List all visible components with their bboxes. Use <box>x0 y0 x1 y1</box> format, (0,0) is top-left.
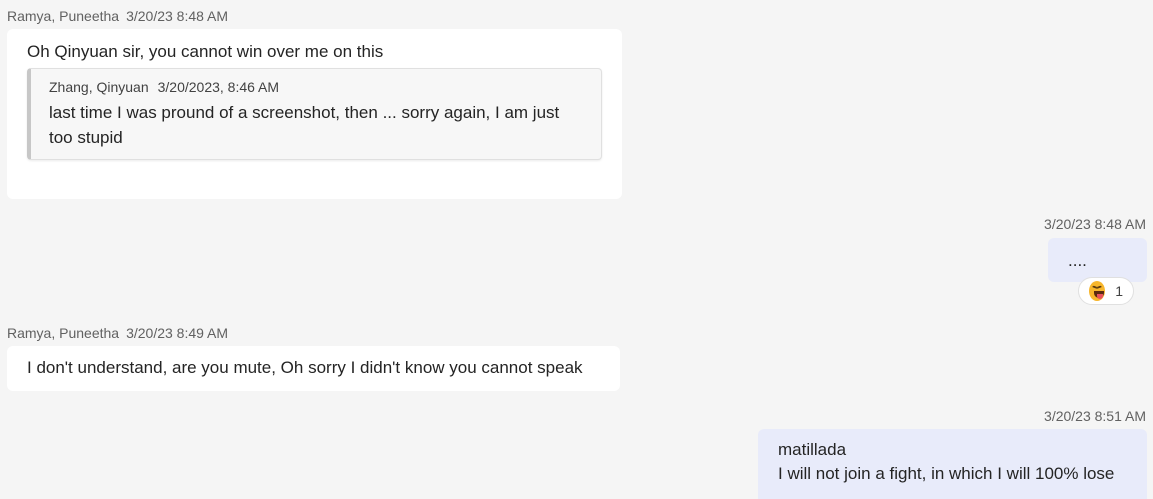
quoted-author: Zhang, Qinyuan <box>49 79 149 95</box>
message-timestamp: 3/20/23 8:51 AM <box>1044 408 1146 424</box>
message-timestamp: 3/20/23 8:49 AM <box>126 325 229 341</box>
message-author: Ramya, Puneetha <box>7 325 120 341</box>
message-bubble[interactable]: Oh Qinyuan sir, you cannot win over me o… <box>7 29 622 199</box>
message-text-line: I will not join a fight, in which I will… <box>778 464 1115 483</box>
message-meta: Ramya, Puneetha 3/20/23 8:48 AM <box>7 8 228 28</box>
message-text: Oh Qinyuan sir, you cannot win over me o… <box>27 42 384 61</box>
quoted-reply[interactable]: Zhang, Qinyuan 3/20/2023, 8:46 AM last ti… <box>27 68 602 160</box>
quoted-text-line: last time I was pround of a screenshot, … <box>49 103 560 122</box>
laughing-tongue-emoji-icon <box>1089 281 1106 301</box>
message-author: Ramya, Puneetha <box>7 8 120 24</box>
quoted-timestamp: 3/20/2023, 8:46 AM <box>157 79 280 95</box>
message-meta: Ramya, Puneetha 3/20/23 8:49 AM <box>7 325 228 341</box>
message-text: I don't understand, are you mute, Oh sor… <box>27 358 583 377</box>
message-bubble-outgoing[interactable]: matillada I will not join a fight, in wh… <box>758 429 1147 499</box>
message-bubble[interactable]: I don't understand, are you mute, Oh sor… <box>7 346 620 391</box>
reaction-badge[interactable]: 1 <box>1078 277 1134 305</box>
quoted-text: last time I was pround of a screenshot, … <box>49 100 585 150</box>
message-bubble-outgoing[interactable]: .... <box>1048 238 1147 282</box>
quoted-meta: Zhang, Qinyuan 3/20/2023, 8:46 AM <box>49 78 585 96</box>
message-timestamp: 3/20/23 8:48 AM <box>1044 216 1146 232</box>
message-timestamp: 3/20/23 8:48 AM <box>126 8 229 24</box>
message-incoming-1: Ramya, Puneetha 3/20/23 8:48 AM <box>7 8 228 28</box>
message-text: .... <box>1068 251 1087 270</box>
message-text-line: matillada <box>778 440 847 459</box>
quoted-text-line: too stupid <box>49 128 123 147</box>
reaction-count: 1 <box>1115 283 1123 299</box>
